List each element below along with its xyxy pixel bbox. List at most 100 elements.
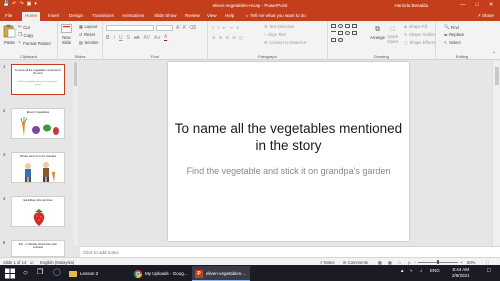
zoom-level[interactable]: 60% xyxy=(467,260,475,265)
copy-button[interactable]: ❐ Copy xyxy=(18,32,33,38)
language-indicator[interactable]: English (Malaysia) xyxy=(40,260,74,265)
change-case-icon[interactable]: Aa xyxy=(154,35,160,41)
slide-scroll-thumb[interactable] xyxy=(495,67,499,85)
replace-button[interactable]: ⇆ Replace xyxy=(444,32,464,37)
underline-icon[interactable]: U xyxy=(119,35,123,41)
taskbar-app-powerpoint[interactable]: P eliven-vegetables-... xyxy=(192,266,250,281)
network-icon[interactable]: ▲ xyxy=(400,268,404,273)
reset-button[interactable]: ↺ Reset xyxy=(79,32,95,37)
tab-review[interactable]: Review xyxy=(182,12,203,21)
thumbnail-scrollbar[interactable] xyxy=(73,61,78,246)
select-button[interactable]: ↖ Select xyxy=(444,40,461,45)
clock[interactable]: 8:44 AM 2/9/2021 xyxy=(452,267,470,278)
character-spacing-icon[interactable]: AV xyxy=(144,35,150,41)
align-text-button[interactable]: ↕ Align Text xyxy=(264,32,286,37)
align-right-icon[interactable]: ☰ xyxy=(226,35,230,40)
notes-toggle[interactable]: ≡ Notes xyxy=(320,260,335,265)
slide-sorter-icon[interactable]: ▦ xyxy=(388,260,392,265)
slide-subtitle[interactable]: Find the vegetable and stick it on grand… xyxy=(168,165,409,177)
line-shape-icon xyxy=(331,31,336,32)
tab-insert[interactable]: Insert xyxy=(45,12,62,21)
minimize-button[interactable]: — xyxy=(456,1,470,9)
zoom-slider-handle[interactable] xyxy=(437,260,439,264)
reading-view-icon[interactable]: □ xyxy=(398,260,401,265)
font-size-combo[interactable] xyxy=(156,25,173,31)
collapse-ribbon-icon[interactable]: ⌃ xyxy=(492,51,496,57)
slide-thumbnail-5[interactable]: Elli... or Marclay sliced that mean Lost… xyxy=(11,240,65,257)
shape-effects-button[interactable]: ▢ Shape Effects xyxy=(404,40,435,45)
slide-thumbnail-2[interactable]: Eliven's Vegetables xyxy=(11,108,65,139)
layout-button[interactable]: ▦ Layout xyxy=(79,24,97,29)
slide-thumbnail-1[interactable]: To name all the vegetables mentioned in … xyxy=(11,64,65,95)
arrange-button[interactable]: ⧉ Arrange xyxy=(370,26,385,40)
slide-thumbnail-3[interactable]: Whose carrot is in the Grandpa xyxy=(11,152,65,183)
taskbar-app-chrome[interactable]: My Uploads - Goog... xyxy=(131,266,189,281)
convert-smartart-button[interactable]: ⚙ Convert to SmartArt xyxy=(264,40,306,45)
shape-fill-button[interactable]: ◈ Shape Fill xyxy=(404,24,427,29)
align-text-label: Align Text xyxy=(267,32,286,37)
columns-icon[interactable]: ◫ xyxy=(239,35,243,40)
section-button[interactable]: ▤ Section xyxy=(79,40,98,45)
spell-check-icon[interactable]: ☑ xyxy=(30,260,34,265)
taskbar-app-file-explorer[interactable]: Lesson 2 xyxy=(66,266,128,281)
italic-icon[interactable]: I xyxy=(114,35,115,41)
user-name[interactable]: Harnida Benalda xyxy=(394,3,428,8)
align-center-icon[interactable]: ☰ xyxy=(219,35,223,40)
align-left-icon[interactable]: ☰ xyxy=(212,35,216,40)
new-slide-button[interactable]: New Slide xyxy=(61,24,72,45)
font-color-icon[interactable]: A xyxy=(163,35,168,41)
slide-title[interactable]: To name all the vegetables mentioned in … xyxy=(168,120,409,154)
tab-help[interactable]: Help xyxy=(222,12,237,21)
shape-outline-button[interactable]: ✎ Shape Outline xyxy=(404,32,436,37)
zoom-in-icon[interactable]: + xyxy=(460,260,462,265)
notifications-icon[interactable]: □ xyxy=(487,268,491,274)
strikethrough-icon[interactable]: ab xyxy=(134,35,140,41)
paste-button[interactable]: Paste xyxy=(3,24,16,45)
grow-shrink-font[interactable]: Aˆ Aˇ ⌫ xyxy=(176,25,196,31)
slideshow-view-icon[interactable]: ▷ xyxy=(408,260,411,265)
current-slide[interactable]: To name all the vegetables mentioned in … xyxy=(168,62,409,241)
bold-icon[interactable]: B xyxy=(106,35,110,41)
edge-icon[interactable]: ◯ xyxy=(53,268,61,279)
find-button[interactable]: 🔍 Find xyxy=(444,24,459,30)
slide-scrollbar[interactable] xyxy=(492,61,500,246)
search-taskbar-icon[interactable]: ○ xyxy=(23,268,28,279)
shapes-gallery[interactable] xyxy=(331,24,369,46)
share-button[interactable]: ↗ Share xyxy=(477,12,494,20)
font-name-combo[interactable] xyxy=(106,25,154,31)
format-painter-button[interactable]: ✎ Format Painter xyxy=(18,40,51,46)
tell-me-search[interactable]: ☼ Tell me what you want to do xyxy=(245,12,306,20)
tab-transitions[interactable]: Transitions xyxy=(89,12,117,21)
normal-view-icon[interactable]: ▩ xyxy=(378,260,382,265)
comments-toggle[interactable]: ✉ Comments xyxy=(343,260,368,265)
bullets-icon[interactable]: ≡ xyxy=(212,25,214,30)
justify-icon[interactable]: ☰ xyxy=(232,35,236,40)
numbering-icon[interactable]: ≡ xyxy=(217,25,219,30)
text-direction-button[interactable]: ⇅ Text Direction xyxy=(264,24,294,29)
slide-thumbnail-4[interactable]: Eat Elliven who are Draw xyxy=(11,196,65,227)
tab-file[interactable]: File xyxy=(2,12,15,21)
tab-animations[interactable]: Animations xyxy=(119,12,147,21)
increase-indent-icon[interactable]: ⇥ xyxy=(229,25,233,30)
close-button[interactable]: ✕ xyxy=(484,1,498,9)
zoom-out-icon[interactable]: − xyxy=(414,260,416,265)
quick-styles-button[interactable]: □ Quick Styles xyxy=(387,26,398,44)
wifi-icon[interactable]: ≈ xyxy=(410,268,412,273)
line-spacing-icon[interactable]: ⇕ xyxy=(236,25,240,30)
maximize-button[interactable]: □ xyxy=(470,1,484,9)
tell-me-label: Tell me what you want to do xyxy=(250,13,306,18)
thumbnail-scroll-thumb[interactable] xyxy=(74,62,77,86)
notes-pane[interactable]: Click to add notes xyxy=(80,246,500,257)
cut-button[interactable]: ✂ Cut xyxy=(18,24,30,30)
language-indicator-taskbar[interactable]: ENG xyxy=(430,268,440,273)
windows-start-icon[interactable] xyxy=(5,268,15,279)
tab-view[interactable]: View xyxy=(204,12,220,21)
shadow-icon[interactable]: S xyxy=(127,35,130,41)
tab-slide-show[interactable]: Slide Show xyxy=(151,12,180,21)
tab-home[interactable]: Home xyxy=(22,12,41,21)
fit-to-window-icon[interactable]: ⛶ xyxy=(486,260,489,265)
volume-icon[interactable]: ♪ xyxy=(420,268,422,273)
task-view-icon[interactable]: ❐ xyxy=(37,268,43,279)
decrease-indent-icon[interactable]: ⇤ xyxy=(223,25,227,30)
tab-design[interactable]: Design xyxy=(66,12,86,21)
